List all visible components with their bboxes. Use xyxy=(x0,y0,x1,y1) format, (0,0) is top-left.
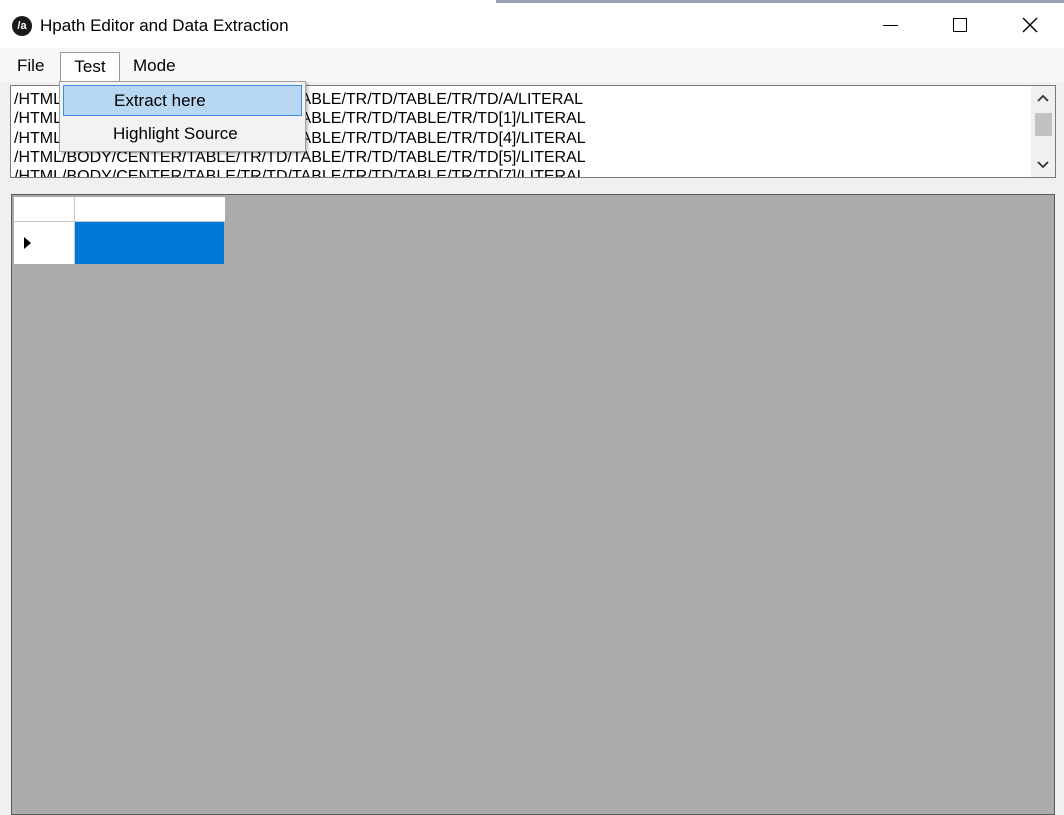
chevron-up-icon xyxy=(1037,94,1049,102)
menu-file[interactable]: File xyxy=(10,52,51,80)
hpath-line[interactable]: /HTML/BODY/CENTER/TABLE/TR/TD/TABLE/TR/T… xyxy=(14,167,1029,177)
grid-row-header[interactable] xyxy=(14,222,75,264)
minimize-button[interactable] xyxy=(855,4,925,48)
grid-column-header[interactable] xyxy=(75,197,225,222)
scroll-thumb[interactable] xyxy=(1035,113,1052,136)
grid-cell-selected[interactable] xyxy=(75,222,224,264)
current-row-arrow-icon xyxy=(24,237,31,249)
menu-test[interactable]: Test xyxy=(60,52,120,82)
grid-corner-header[interactable] xyxy=(14,197,75,222)
minimize-icon xyxy=(883,25,898,26)
app-logo-icon: /a xyxy=(12,16,32,36)
vertical-scrollbar[interactable] xyxy=(1031,86,1055,177)
menu-bar: File Test Mode xyxy=(0,48,1064,82)
title-bar[interactable]: /a Hpath Editor and Data Extraction xyxy=(0,4,1064,48)
menu-item-highlight-source[interactable]: Highlight Source xyxy=(63,118,302,149)
menu-item-extract-here[interactable]: Extract here xyxy=(63,85,302,116)
scroll-down-button[interactable] xyxy=(1031,153,1055,177)
close-icon xyxy=(1022,17,1038,33)
background-window-edge xyxy=(496,0,1064,3)
chevron-down-icon xyxy=(1037,161,1049,169)
close-button[interactable] xyxy=(995,4,1064,48)
scroll-up-button[interactable] xyxy=(1031,86,1055,110)
maximize-button[interactable] xyxy=(925,4,995,48)
maximize-icon xyxy=(953,18,967,32)
menu-mode[interactable]: Mode xyxy=(126,52,183,80)
data-grid[interactable] xyxy=(11,194,1055,815)
window-title: Hpath Editor and Data Extraction xyxy=(40,16,289,35)
test-menu-dropdown: Extract here Highlight Source xyxy=(59,81,306,152)
